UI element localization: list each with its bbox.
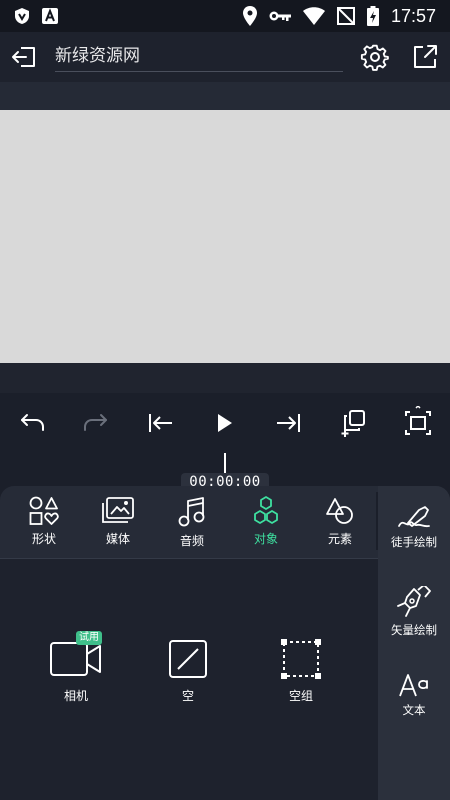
duplicate-icon bbox=[341, 410, 365, 437]
object-label: 空组 bbox=[288, 689, 313, 703]
tab-label: 形状 bbox=[31, 532, 56, 546]
shapes-icon bbox=[29, 496, 59, 525]
object-null-group[interactable]: 空组 bbox=[261, 639, 341, 729]
gear-icon bbox=[360, 44, 389, 71]
tool-text[interactable]: 文本 bbox=[378, 670, 450, 740]
skip-start-icon bbox=[149, 414, 172, 432]
tool-vector-draw[interactable]: 矢量绘制 bbox=[378, 586, 450, 656]
playhead[interactable] bbox=[224, 453, 226, 475]
play-button[interactable] bbox=[207, 405, 243, 441]
object-null[interactable]: 空 bbox=[148, 639, 228, 729]
skip-end-icon bbox=[277, 414, 300, 432]
tool-label: 矢量绘制 bbox=[391, 623, 437, 637]
undo-icon bbox=[21, 414, 44, 431]
timeline[interactable]: 00:00:00 bbox=[0, 453, 450, 490]
camera-icon bbox=[50, 642, 101, 676]
status-time: 17:57 bbox=[390, 5, 436, 26]
hexagons-icon bbox=[254, 496, 278, 524]
tab-media[interactable]: 媒体 bbox=[83, 496, 153, 552]
preview-canvas[interactable] bbox=[0, 110, 450, 363]
vector-pen-icon bbox=[397, 586, 431, 617]
title-bar: 新绿资源网 bbox=[0, 32, 450, 82]
media-icon bbox=[102, 497, 134, 523]
skip-end-button[interactable] bbox=[271, 405, 307, 441]
music-note-icon bbox=[178, 497, 205, 527]
back-icon bbox=[12, 47, 35, 67]
no-sim-icon bbox=[336, 7, 355, 25]
skip-start-button[interactable] bbox=[142, 405, 178, 441]
battery-icon bbox=[366, 6, 379, 26]
category-tabs: 形状 媒体 音频 对象 元素 bbox=[0, 486, 378, 558]
drawing-tools: 徒手绘制 矢量绘制 文本 bbox=[378, 486, 450, 800]
objects-list: 相机 试用 空 空组 bbox=[0, 559, 378, 800]
elements-icon bbox=[326, 498, 353, 524]
tool-label: 徒手绘制 bbox=[391, 535, 437, 549]
play-icon bbox=[218, 414, 232, 432]
settings-button[interactable] bbox=[360, 42, 390, 72]
add-layer-panel: 形状 媒体 音频 对象 元素 相机 试用 空 空组 徒手绘制 矢量绘制 文本 bbox=[0, 486, 450, 800]
canvas-top-margin bbox=[0, 82, 450, 110]
undo-button[interactable] bbox=[14, 405, 50, 441]
canvas-bottom-margin bbox=[0, 363, 450, 393]
export-icon bbox=[414, 45, 437, 68]
status-bar: 17:57 bbox=[0, 0, 450, 32]
null-object-icon bbox=[169, 640, 207, 678]
project-title-input[interactable]: 新绿资源网 bbox=[55, 44, 343, 72]
tab-label: 元素 bbox=[327, 532, 352, 546]
export-button[interactable] bbox=[410, 42, 440, 72]
back-button[interactable] bbox=[10, 42, 40, 72]
fullscreen-icon bbox=[405, 406, 431, 435]
redo-icon bbox=[84, 414, 107, 431]
transport-controls bbox=[0, 393, 450, 453]
tab-label: 对象 bbox=[253, 532, 278, 546]
shield-app-icon bbox=[14, 7, 30, 25]
object-label: 空 bbox=[181, 689, 194, 703]
tab-label: 媒体 bbox=[105, 532, 130, 546]
key-icon bbox=[269, 10, 291, 22]
tab-elements[interactable]: 元素 bbox=[305, 496, 375, 552]
text-icon bbox=[399, 674, 428, 697]
tab-shapes[interactable]: 形状 bbox=[9, 496, 79, 552]
freehand-draw-icon bbox=[398, 506, 430, 528]
trial-badge: 试用 bbox=[76, 631, 102, 645]
a-app-icon bbox=[42, 8, 58, 24]
object-label: 相机 bbox=[63, 689, 88, 703]
tab-objects[interactable]: 对象 bbox=[231, 496, 301, 552]
wifi-icon bbox=[302, 7, 325, 25]
null-group-icon bbox=[281, 639, 321, 679]
object-camera[interactable]: 相机 bbox=[36, 639, 116, 729]
location-icon bbox=[242, 6, 257, 26]
duplicate-button[interactable] bbox=[336, 405, 372, 441]
tab-audio[interactable]: 音频 bbox=[157, 496, 227, 552]
fullscreen-button[interactable] bbox=[400, 405, 436, 441]
redo-button[interactable] bbox=[78, 405, 114, 441]
tool-label: 文本 bbox=[402, 703, 426, 717]
tool-freehand-draw[interactable]: 徒手绘制 bbox=[378, 506, 450, 576]
tab-label: 音频 bbox=[179, 534, 204, 548]
